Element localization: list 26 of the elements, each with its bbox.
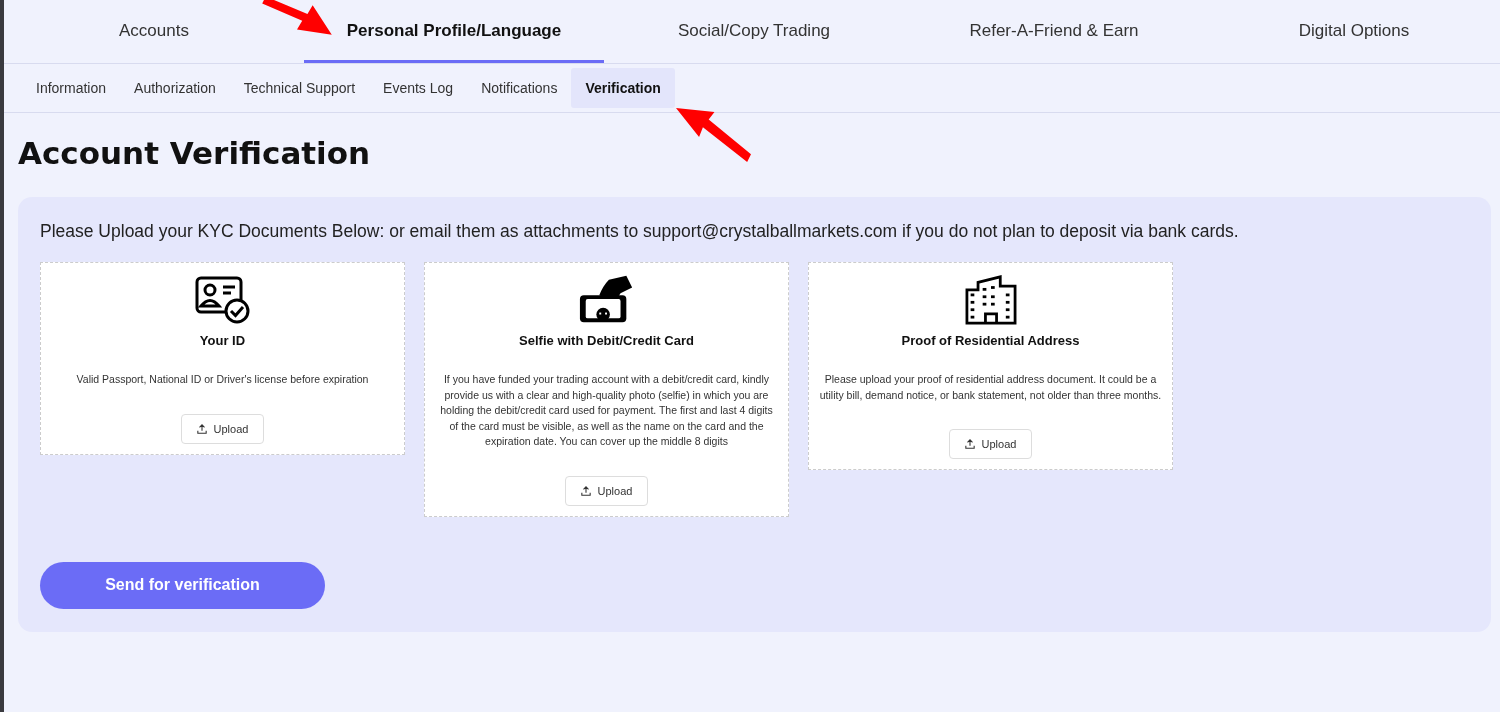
page-title: Account Verification bbox=[18, 135, 372, 171]
main-tab[interactable]: Social/Copy Trading bbox=[604, 0, 904, 63]
main-tab[interactable]: Digital Options bbox=[1204, 0, 1500, 63]
sub-tab[interactable]: Notifications bbox=[467, 68, 572, 108]
sub-tab[interactable]: Authorization bbox=[120, 68, 230, 108]
main-tab[interactable]: Accounts bbox=[4, 0, 304, 63]
upload-icon bbox=[196, 423, 207, 434]
upload-icon bbox=[580, 485, 591, 496]
main-tab[interactable]: Refer-A-Friend & Earn bbox=[904, 0, 1204, 63]
sub-tab[interactable]: Information bbox=[22, 68, 121, 108]
intro-text: Please Upload your KYC Documents Below: or email them as attachments to support@crystalballmarkets.com if you do not plan to deposit via bank cards. bbox=[40, 221, 1240, 242]
sub-tab[interactable]: Verification bbox=[571, 68, 675, 108]
sub-tab[interactable]: Technical Support bbox=[229, 68, 370, 108]
sub-tab[interactable]: Events Log bbox=[369, 68, 468, 108]
document-description: Please upload your proof of residential address document. It could be a utility bill, demand notice, or bank statement, not older than three months. bbox=[819, 372, 1162, 403]
document-description: Valid Passport, National ID or Driver's license before expiration bbox=[76, 372, 369, 387]
document-title: Your ID bbox=[199, 333, 246, 348]
document-title: Proof of Residential Address bbox=[901, 333, 1080, 348]
upload-button[interactable]: Upload bbox=[564, 475, 649, 506]
send-for-verification-button[interactable]: Send for verification bbox=[40, 561, 325, 609]
upload-icon bbox=[964, 439, 975, 449]
id-card-check-icon bbox=[193, 275, 252, 325]
document-description: If you have funded your trading account with a debit/credit card, kindly provide us with a clear and high-quality photo (selfie) in which you are holding the debit/credit card used for payment. The first and last 4 digits of the card must be visible, as well as the name on the card and the expiration date. You can cover up the middle 8 digits bbox=[439, 372, 774, 449]
upload-button[interactable]: Upload bbox=[948, 429, 1033, 459]
document-title: Selfie with Debit/Credit Card bbox=[519, 333, 694, 348]
upload-button[interactable]: Upload bbox=[180, 413, 265, 444]
